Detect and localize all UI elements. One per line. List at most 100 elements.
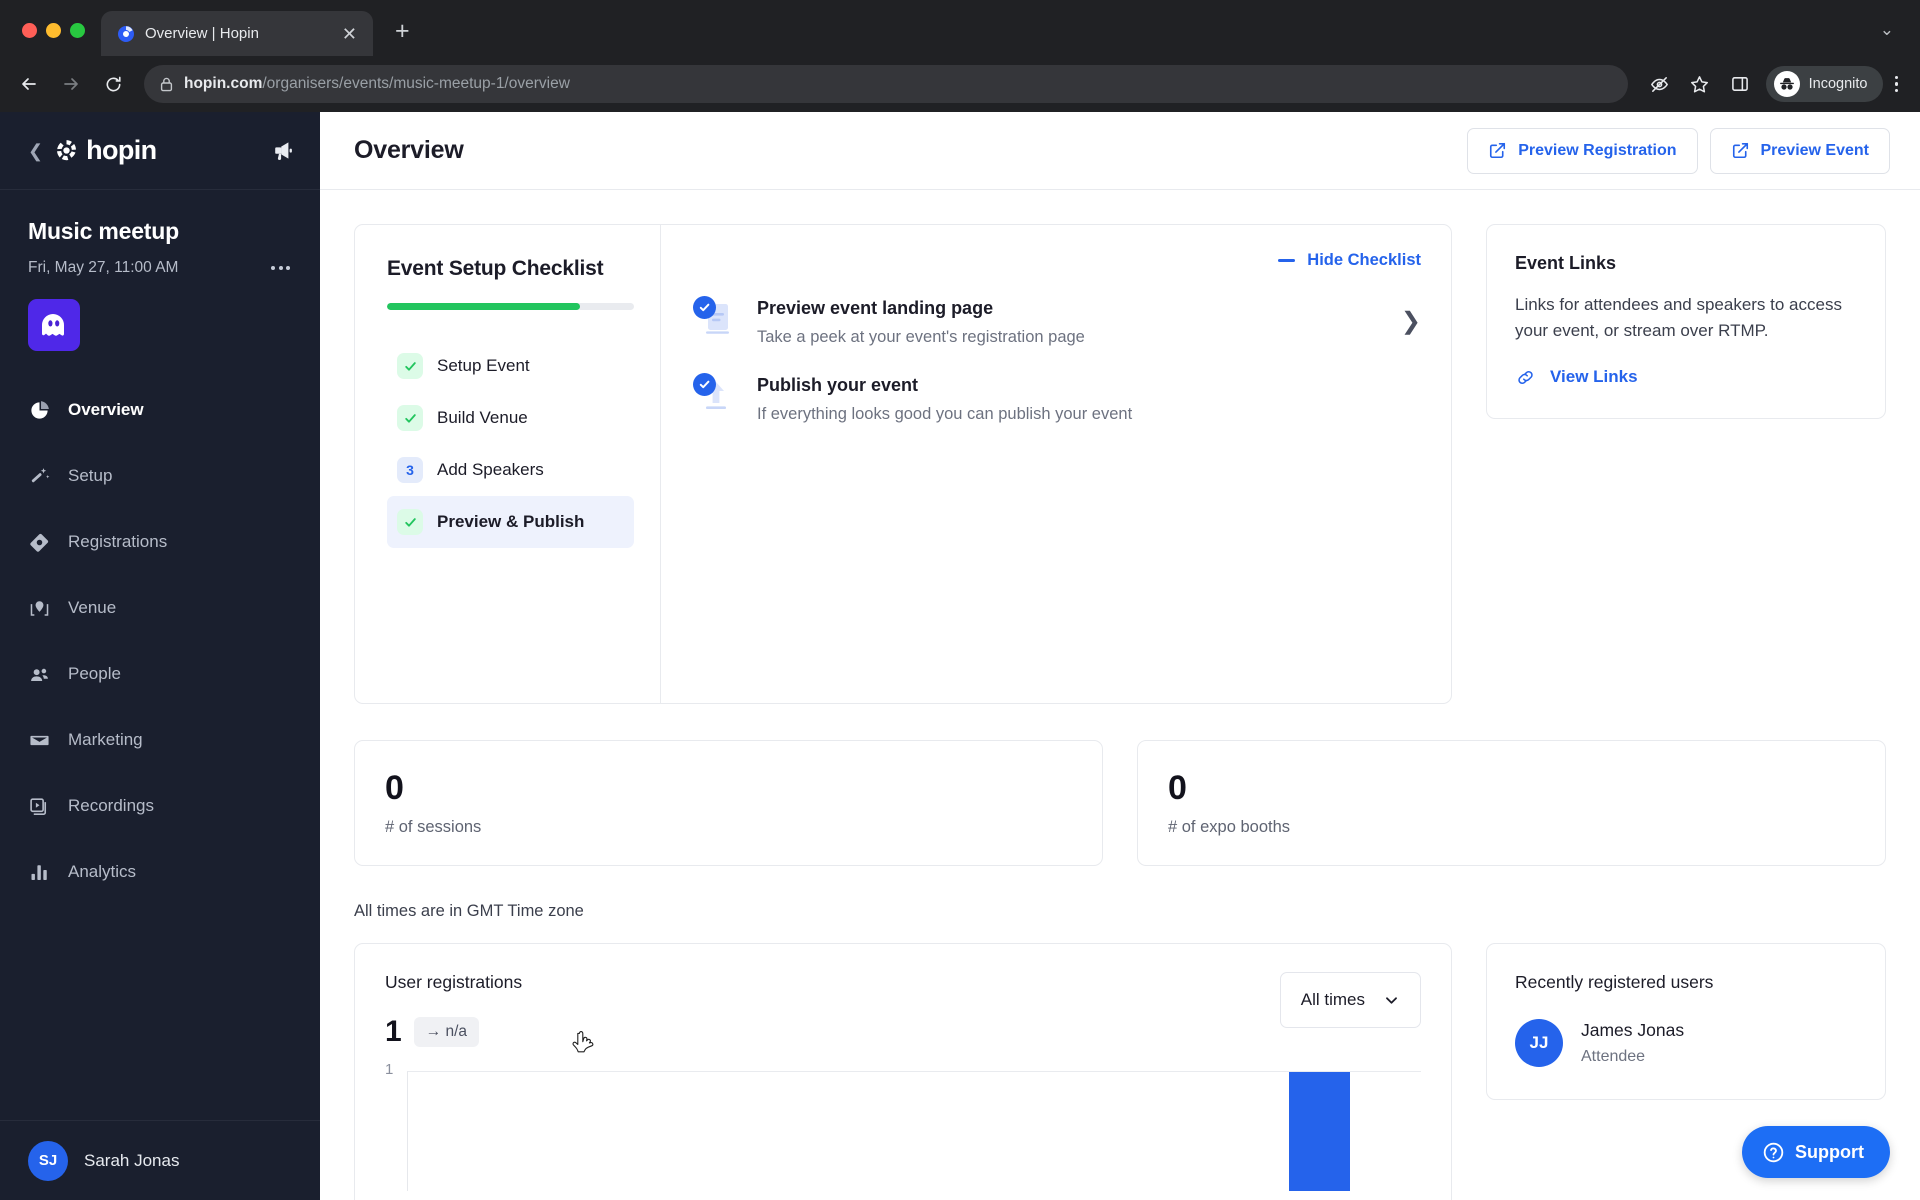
close-window-button[interactable] — [22, 23, 37, 38]
sidebar-item-setup[interactable]: Setup — [0, 443, 320, 509]
tab-title: Overview | Hopin — [145, 25, 259, 42]
document-preview-icon — [693, 296, 735, 340]
hide-checklist-button[interactable]: Hide Checklist — [697, 251, 1421, 270]
hopin-logo[interactable]: hopin — [53, 135, 157, 166]
sidebar-item-marketing[interactable]: Marketing — [0, 707, 320, 773]
checklist-step-setup-event[interactable]: Setup Event — [387, 340, 634, 392]
preview-event-button[interactable]: Preview Event — [1709, 127, 1890, 174]
megaphone-icon[interactable] — [270, 138, 296, 164]
browser-tabstrip: Overview | Hopin ✕ + ⌄ — [0, 0, 1920, 56]
page-body: ❮ hopin Music meetup Fri, May 27, 11:00 … — [0, 112, 1920, 1200]
sidebar-item-label: Overview — [68, 400, 144, 419]
checklist-task-preview-landing-page[interactable]: Preview event landing page Take a peek a… — [693, 296, 1421, 347]
star-icon[interactable] — [1682, 66, 1718, 102]
recent-user-name: James Jonas — [1581, 1020, 1685, 1040]
check-icon — [397, 509, 423, 535]
support-button[interactable]: Support — [1742, 1126, 1890, 1178]
task-description: Take a peek at your event's registration… — [757, 328, 1085, 346]
preview-event-label: Preview Event — [1760, 141, 1870, 159]
hopin-wordmark: hopin — [86, 135, 157, 165]
task-body: Preview event landing page Take a peek a… — [757, 296, 1379, 347]
sidebar-user[interactable]: SJ Sarah Jonas — [0, 1120, 320, 1200]
address-bar[interactable]: hopin.com/organisers/events/music-meetup… — [144, 65, 1628, 103]
browser-tab[interactable]: Overview | Hopin ✕ — [101, 11, 373, 56]
envelope-icon — [28, 729, 50, 751]
browser-menu-icon[interactable] — [1887, 75, 1907, 93]
side-panel-icon[interactable] — [1722, 66, 1758, 102]
new-tab-icon[interactable]: + — [395, 19, 410, 44]
recent-user-role: Attendee — [1581, 1048, 1646, 1065]
url-path: /organisers/events/music-meetup-1/overvi… — [262, 75, 570, 92]
recently-registered-users-card: Recently registered users JJ James Jonas… — [1486, 943, 1886, 1100]
stat-value: 0 — [385, 769, 404, 807]
chevron-right-icon[interactable]: ❯ — [1401, 307, 1421, 336]
checklist-tasks-panel: Hide Checklist Preview event landing pag… — [661, 225, 1451, 703]
eye-slash-icon[interactable] — [1642, 66, 1678, 102]
profile-label: Incognito — [1808, 76, 1868, 92]
checklist-task-publish-event[interactable]: Publish your event If everything looks g… — [693, 373, 1421, 424]
stats-row: 0 # of sessions 0 # of expo booths — [354, 740, 1886, 866]
checklist-title: Event Setup Checklist — [387, 257, 604, 280]
support-label: Support — [1795, 1141, 1864, 1162]
checklist-step-label: Build Venue — [437, 408, 528, 427]
sidebar-item-people[interactable]: People — [0, 641, 320, 707]
user-registrations-card: User registrations 1 → n/a All times 1 — [354, 943, 1452, 1200]
view-links-label: View Links — [1550, 367, 1638, 387]
checklist-step-build-venue[interactable]: Build Venue — [387, 392, 634, 444]
checklist-step-label: Preview & Publish — [437, 512, 585, 531]
external-link-icon — [1490, 142, 1506, 159]
list-item[interactable]: JJ James Jonas Attendee — [1515, 1019, 1857, 1067]
stat-label: # of sessions — [385, 818, 482, 836]
sidebar-item-venue[interactable]: Venue — [0, 575, 320, 641]
sidebar-item-recordings[interactable]: Recordings — [0, 773, 320, 839]
registrations-value: 1 — [385, 1015, 402, 1048]
maximize-window-button[interactable] — [70, 23, 85, 38]
sidebar-item-label: Registrations — [68, 532, 168, 551]
publish-upload-icon — [693, 373, 735, 417]
chart-bar[interactable] — [1289, 1072, 1351, 1191]
chart-y-tick-label: 1 — [385, 1061, 394, 1078]
back-button[interactable] — [10, 65, 48, 103]
link-chain-icon — [1518, 370, 1533, 384]
checklist-step-add-speakers[interactable]: 3 Add Speakers — [387, 444, 634, 496]
sidebar-item-overview[interactable]: Overview — [0, 377, 320, 443]
url-text: hopin.com/organisers/events/music-meetup… — [184, 75, 570, 93]
event-date: Fri, May 27, 11:00 AM — [28, 259, 179, 276]
step-number-badge: 3 — [397, 457, 423, 483]
event-avatar[interactable] — [28, 299, 80, 351]
event-setup-checklist-card: Event Setup Checklist Setup Event Build … — [354, 224, 1452, 704]
checklist-step-label: Setup Event — [437, 356, 530, 375]
sidebar-item-label: Analytics — [68, 862, 137, 881]
forward-button[interactable] — [52, 65, 90, 103]
sidebar-nav: Overview Setup Registrations Venue Peopl… — [0, 377, 320, 1120]
registrations-summary: User registrations 1 → n/a — [385, 972, 522, 1049]
video-library-icon — [28, 795, 50, 817]
lock-icon — [160, 77, 173, 92]
sidebar-item-label: People — [68, 664, 121, 683]
recent-users-title: Recently registered users — [1515, 972, 1714, 992]
task-description: If everything looks good you can publish… — [757, 405, 1133, 423]
bar-chart-icon — [28, 861, 50, 883]
checklist-step-preview-publish[interactable]: Preview & Publish — [387, 496, 634, 548]
timerange-select[interactable]: All times — [1279, 972, 1421, 1028]
reload-button[interactable] — [94, 65, 132, 103]
preview-registration-button[interactable]: Preview Registration — [1467, 127, 1698, 174]
sidebar-item-analytics[interactable]: Analytics — [0, 839, 320, 905]
registrations-header: User registrations 1 → n/a All times — [385, 972, 1421, 1049]
event-links-description: Links for attendees and speakers to acce… — [1515, 295, 1842, 341]
event-links-title: Event Links — [1515, 253, 1617, 273]
profile-button[interactable]: Incognito — [1765, 66, 1883, 102]
view-links-button[interactable]: View Links — [1515, 367, 1855, 388]
main-header: Overview Preview Registration Preview Ev… — [320, 112, 1920, 190]
hopin-favicon-icon — [117, 25, 135, 43]
sidebar-header: ❮ hopin — [0, 112, 320, 190]
event-options-icon[interactable] — [269, 260, 292, 276]
task-title: Publish your event — [757, 375, 919, 395]
sidebar-item-registrations[interactable]: Registrations — [0, 509, 320, 575]
chevron-down-icon[interactable]: ⌄ — [1880, 20, 1894, 40]
minimize-window-button[interactable] — [46, 23, 61, 38]
chevron-left-icon[interactable]: ❮ — [28, 142, 43, 160]
sidebar: ❮ hopin Music meetup Fri, May 27, 11:00 … — [0, 112, 320, 1200]
browser-toolbar: hopin.com/organisers/events/music-meetup… — [0, 56, 1920, 112]
close-tab-icon[interactable]: ✕ — [338, 23, 361, 45]
